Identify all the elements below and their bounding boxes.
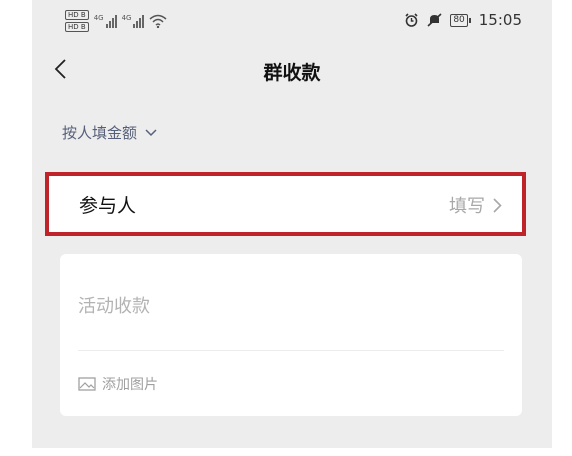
sim-icon: HD B <box>65 10 89 20</box>
chevron-right-icon <box>493 197 502 213</box>
chevron-down-icon <box>145 128 157 136</box>
alarm-icon <box>405 13 418 27</box>
wifi-icon <box>149 14 167 28</box>
divider <box>78 350 504 351</box>
sim-indicators: HD B HD B <box>65 10 89 32</box>
activity-card: 活动收款 添加图片 <box>60 254 522 416</box>
status-time: 15:05 <box>478 11 522 29</box>
mute-icon <box>427 13 442 27</box>
status-left: HD B HD B 4G 4G <box>65 8 167 34</box>
participants-row[interactable]: 参与人 填写 <box>45 172 526 236</box>
battery-icon: 80 <box>450 13 471 27</box>
status-bar: HD B HD B 4G 4G 80 15:05 <box>32 0 552 42</box>
status-right: 80 15:05 <box>404 11 522 29</box>
participants-label: 参与人 <box>79 195 137 217</box>
amount-mode-selector[interactable]: 按人填金额 <box>62 122 157 143</box>
add-image-label: 添加图片 <box>102 377 158 393</box>
image-icon <box>78 377 96 391</box>
phone-screen: HD B HD B 4G 4G 80 15:05 群收款 按人填金额 参与人 填… <box>32 0 552 448</box>
page-title: 群收款 <box>263 62 321 84</box>
amount-mode-label: 按人填金额 <box>62 124 138 142</box>
top-bar: HD B HD B 4G 4G 80 15:05 群收款 <box>32 0 552 100</box>
signal-icon: 4G <box>94 14 117 28</box>
signal-icon: 4G <box>122 14 145 28</box>
add-image-button[interactable]: 添加图片 <box>78 374 158 394</box>
fill-label: 填写 <box>449 196 485 217</box>
sim-icon: HD B <box>65 22 89 32</box>
nav-bar: 群收款 <box>32 46 552 96</box>
participants-fill-link[interactable]: 填写 <box>449 192 502 218</box>
activity-description-input[interactable]: 活动收款 <box>78 292 150 318</box>
